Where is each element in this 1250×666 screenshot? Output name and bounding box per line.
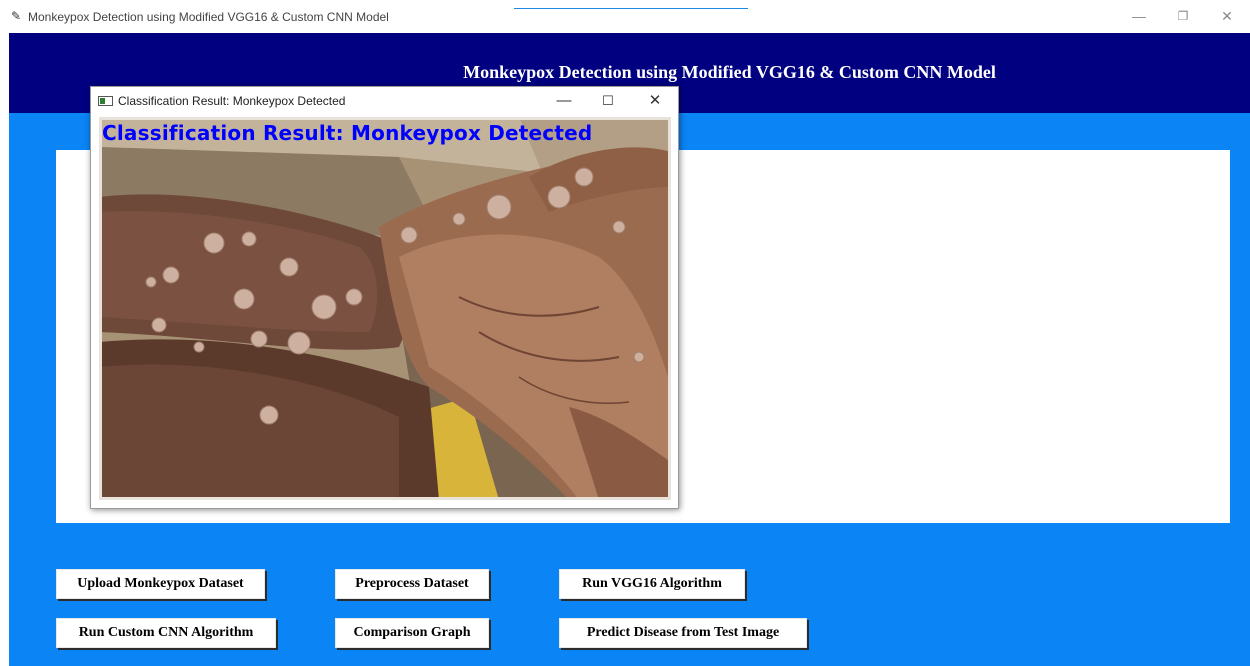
- popup-minimize-button[interactable]: —: [552, 91, 576, 111]
- maximize-button[interactable]: ❐: [1171, 6, 1195, 26]
- run-vgg16-button[interactable]: Run VGG16 Algorithm: [559, 569, 745, 599]
- page-title: Monkeypox Detection using Modified VGG16…: [463, 62, 996, 82]
- close-button[interactable]: ✕: [1215, 6, 1239, 26]
- classification-result-window: Classification Result: Monkeypox Detecte…: [90, 86, 679, 509]
- classification-overlay-text: Classification Result: Monkeypox Detecte…: [102, 121, 593, 145]
- comparison-graph-button[interactable]: Comparison Graph: [335, 618, 489, 648]
- window-app-icon: [98, 96, 113, 106]
- upload-dataset-button[interactable]: Upload Monkeypox Dataset: [56, 569, 265, 599]
- result-image: Classification Result: Monkeypox Detecte…: [99, 117, 671, 500]
- popup-titlebar: Classification Result: Monkeypox Detecte…: [91, 87, 678, 115]
- popup-maximize-button[interactable]: ☐: [596, 91, 620, 111]
- popup-close-button[interactable]: ✕: [643, 91, 667, 111]
- titlebar-accent-line: [514, 8, 748, 9]
- feather-icon: ✎: [11, 9, 22, 23]
- popup-title: Classification Result: Monkeypox Detecte…: [118, 94, 346, 108]
- predict-disease-button[interactable]: Predict Disease from Test Image: [559, 618, 807, 648]
- preprocess-dataset-button[interactable]: Preprocess Dataset: [335, 569, 489, 599]
- window-titlebar: ✎ Monkeypox Detection using Modified VGG…: [0, 0, 1250, 33]
- run-custom-cnn-button[interactable]: Run Custom CNN Algorithm: [56, 618, 276, 648]
- window-title: Monkeypox Detection using Modified VGG16…: [28, 10, 389, 24]
- minimize-button[interactable]: —: [1127, 6, 1151, 26]
- skin-lesion-photo: [99, 117, 671, 500]
